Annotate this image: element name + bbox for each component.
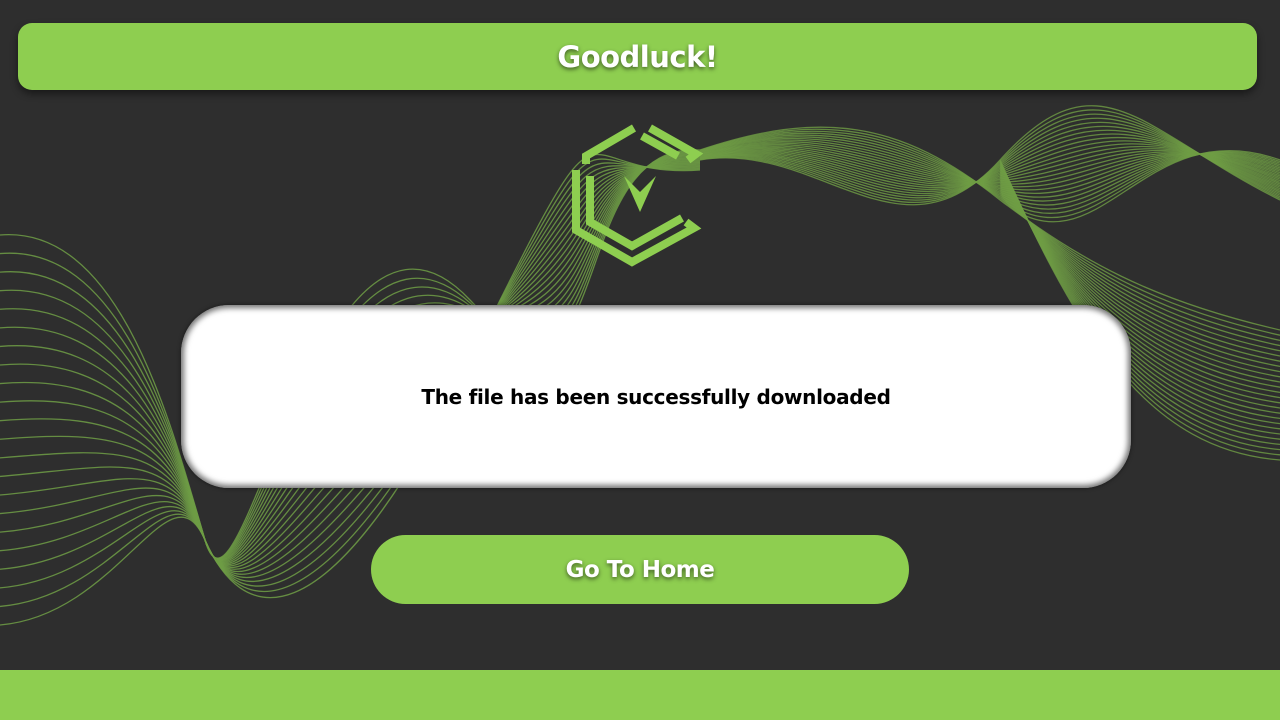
download-success-page: Goodluck! The file has been successfully… bbox=[0, 0, 1280, 720]
page-title: Goodluck! bbox=[557, 39, 718, 74]
hexagon-chevron-logo-icon bbox=[572, 124, 704, 267]
go-to-home-button[interactable]: Go To Home bbox=[371, 535, 909, 604]
message-card: The file has been successfully downloade… bbox=[181, 305, 1131, 488]
success-message: The file has been successfully downloade… bbox=[421, 384, 891, 409]
header-banner: Goodluck! bbox=[18, 23, 1257, 90]
footer-bar bbox=[0, 670, 1280, 720]
go-to-home-label: Go To Home bbox=[565, 556, 715, 583]
